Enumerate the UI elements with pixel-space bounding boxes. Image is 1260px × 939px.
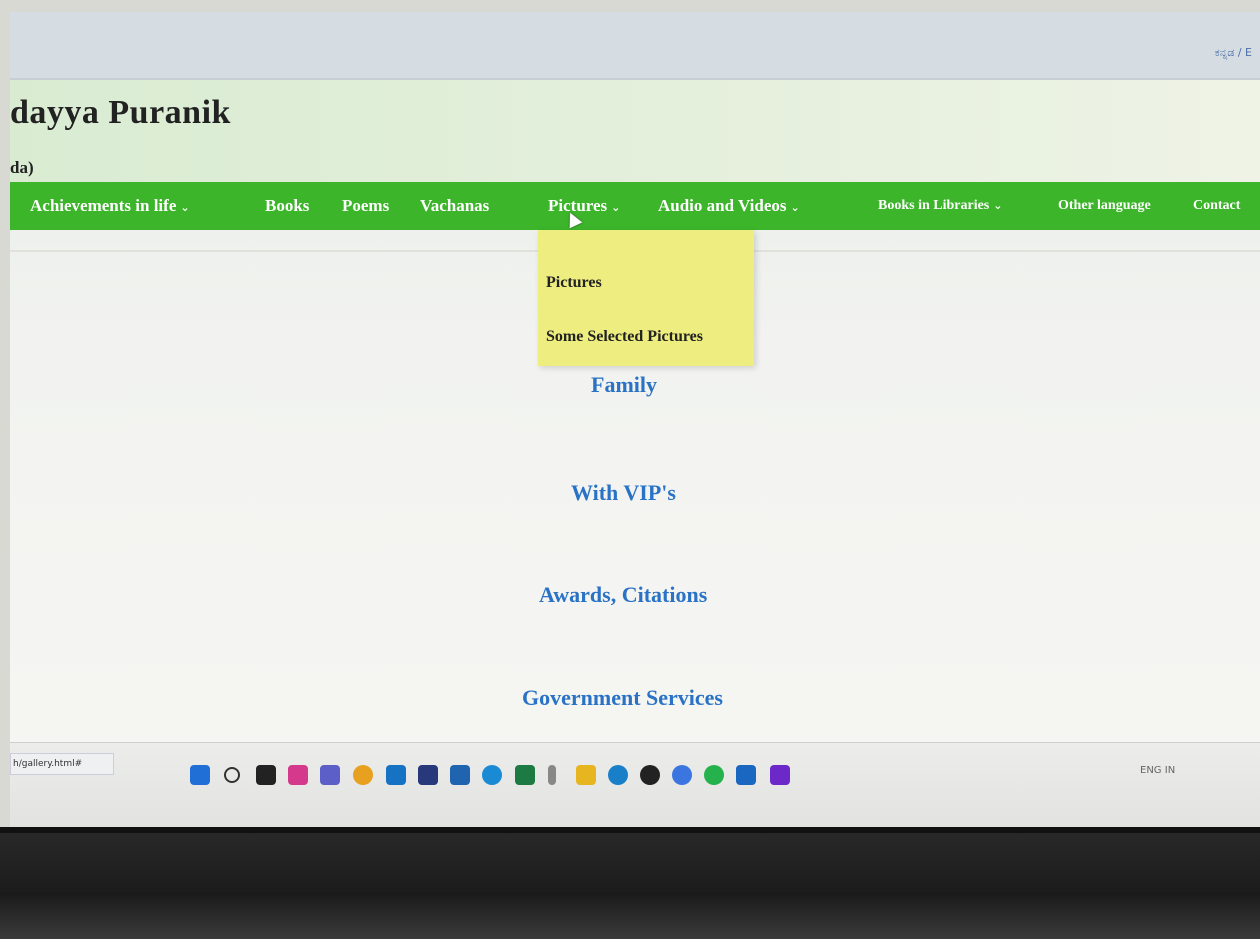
nav-other-language[interactable]: Other language <box>1058 198 1151 214</box>
teams-icon[interactable] <box>320 765 340 785</box>
whatsapp-icon[interactable] <box>704 765 724 785</box>
browser-top-area: ಕನ್ನಡ / E <box>10 12 1260 80</box>
gallery-link-vips[interactable]: With VIP's <box>571 480 676 506</box>
nav-audio-videos[interactable]: Audio and Videos ⌄ <box>658 196 800 216</box>
outlook-icon[interactable] <box>386 765 406 785</box>
calendar-icon[interactable] <box>418 765 438 785</box>
browser-screen: ಕನ್ನಡ / E dayya Puranik da) Achievements… <box>10 12 1260 827</box>
site-title: dayya Puranik <box>10 94 231 131</box>
edge-icon[interactable] <box>482 765 502 785</box>
gallery-link-awards[interactable]: Awards, Citations <box>539 582 707 608</box>
dropdown-item-selected-pictures[interactable]: Some Selected Pictures <box>546 328 703 346</box>
laptop-bezel-edge <box>0 827 1260 833</box>
obs-icon[interactable] <box>640 765 660 785</box>
gallery-link-government-services[interactable]: Government Services <box>522 685 723 711</box>
app-icon[interactable] <box>608 765 628 785</box>
signal-icon[interactable] <box>672 765 692 785</box>
chrome-icon[interactable] <box>353 765 373 785</box>
task-view-icon[interactable] <box>256 765 276 785</box>
gallery-link-family[interactable]: Family <box>591 372 657 398</box>
chevron-down-icon: ⌄ <box>790 201 800 214</box>
nav-books-in-libraries[interactable]: Books in Libraries ⌄ <box>878 198 1002 214</box>
tray-language[interactable]: ENG IN <box>1140 765 1175 776</box>
site-header: dayya Puranik da) <box>10 80 1260 182</box>
dropdown-item-pictures[interactable]: Pictures <box>546 274 602 292</box>
nav-books[interactable]: Books <box>265 196 309 216</box>
chevron-down-icon: ⌄ <box>611 201 621 214</box>
planner-icon[interactable] <box>450 765 470 785</box>
nav-pictures[interactable]: Pictures ⌄ <box>548 196 620 216</box>
site-subtitle: da) <box>10 158 34 177</box>
nav-achievements[interactable]: Achievements in life ⌄ <box>30 196 190 216</box>
nav-poems[interactable]: Poems <box>342 196 389 216</box>
language-toggle[interactable]: ಕನ್ನಡ / E <box>1215 46 1252 60</box>
nav-contact[interactable]: Contact <box>1193 198 1240 214</box>
yahoo-icon[interactable] <box>770 765 790 785</box>
file-icon[interactable] <box>548 765 556 785</box>
copilot-icon[interactable] <box>288 765 308 785</box>
mail-icon[interactable] <box>736 765 756 785</box>
chevron-down-icon: ⌄ <box>993 199 1003 212</box>
main-nav: Achievements in life ⌄ Books Poems Vachan… <box>10 182 1260 230</box>
folder-icon[interactable] <box>576 765 596 785</box>
search-icon[interactable] <box>224 767 240 783</box>
excel-icon[interactable] <box>515 765 535 785</box>
status-bar-url: h/gallery.html# <box>10 753 114 775</box>
windows-taskbar: ENG IN <box>10 742 1260 827</box>
laptop-bezel <box>0 827 1260 939</box>
chevron-down-icon: ⌄ <box>180 201 190 214</box>
windows-start-icon[interactable] <box>190 765 210 785</box>
pictures-dropdown-menu: Pictures Some Selected Pictures <box>538 230 754 366</box>
nav-vachanas[interactable]: Vachanas <box>420 196 489 216</box>
